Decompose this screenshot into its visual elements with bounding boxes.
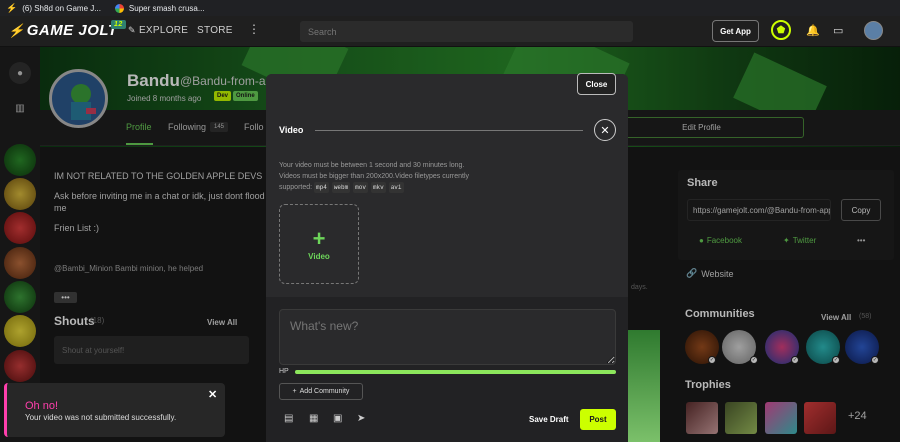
filetype-badge: mp4 (314, 182, 329, 193)
quests-icon[interactable]: ⬟ (771, 20, 791, 40)
plus-icon: + (312, 225, 326, 251)
video-section-title: Video (279, 125, 304, 135)
help-line: supported: mp4 webm mov mkv avi (279, 182, 509, 193)
post-button[interactable]: Post (580, 409, 616, 430)
list-icon[interactable]: ▤ (284, 413, 293, 424)
user-avatar[interactable] (864, 21, 883, 40)
nav-explore[interactable]: ✎ EXPLORE (128, 25, 188, 36)
get-app-button[interactable]: Get App (712, 20, 759, 42)
plus-icon: + (292, 388, 297, 395)
notification-count-badge: 12 (111, 20, 126, 29)
bell-icon[interactable]: 🔔 (806, 24, 820, 37)
divider (315, 130, 583, 131)
gamejolt-logo[interactable]: ⚡ GAME JOLT 12 (8, 20, 126, 39)
bookmark-item[interactable]: ⚡ (6) Sh8d on Game J... (6, 3, 101, 14)
google-icon (114, 3, 124, 13)
help-line: Videos must be bigger than 200x200.Video… (279, 173, 470, 180)
nav-store[interactable]: STORE (197, 25, 233, 36)
bookmarks-bar: ⚡ (6) Sh8d on Game J... Super smash crus… (0, 0, 900, 16)
nav-explore-label: EXPLORE (138, 25, 189, 36)
hp-progress-bar (295, 370, 616, 374)
close-icon[interactable]: ✕ (208, 388, 217, 401)
add-video-button[interactable]: + Video (279, 204, 359, 284)
toast-title: Oh no! (25, 400, 59, 412)
help-line: Your video must be between 1 second and … (279, 162, 465, 169)
filetype-badge: avi (388, 182, 404, 193)
hp-label: HP (279, 368, 289, 375)
hp-progress-fill (295, 370, 616, 374)
logo-text: GAME JOLT (26, 22, 118, 39)
nav-more-icon[interactable]: ⋮ (248, 22, 260, 36)
calendar-icon[interactable]: ▣ (333, 413, 342, 424)
add-community-label: Add Community (299, 388, 350, 395)
feed-post-image (628, 330, 660, 442)
top-nav: ⚡ GAME JOLT 12 ✎ EXPLORE STORE ⋮ Get App… (0, 16, 900, 47)
logo-bolt-icon: ⚡ (8, 22, 25, 38)
send-icon[interactable]: ➤ (357, 413, 365, 424)
add-community-button[interactable]: + Add Community (279, 383, 363, 400)
filetype-badge: webm (331, 182, 351, 193)
save-draft-button[interactable]: Save Draft (529, 415, 569, 424)
lightning-icon: ⚡ (6, 2, 18, 13)
supported-label: supported: (279, 184, 313, 191)
bookmark-label: (6) Sh8d on Game J... (22, 3, 101, 13)
video-requirements-text: Your video must be between 1 second and … (279, 160, 509, 193)
search-input[interactable] (300, 21, 633, 42)
add-video-label: Video (308, 251, 330, 261)
filetype-badge: mkv (370, 182, 386, 193)
poll-icon[interactable]: ▦ (309, 413, 318, 424)
compass-icon: ✎ (128, 25, 136, 35)
toast-message: Your video was not submitted successfull… (25, 413, 177, 422)
post-content-input[interactable] (279, 309, 616, 365)
filetype-badge: mov (353, 182, 368, 193)
chat-icon[interactable]: ▭ (833, 24, 843, 37)
bookmark-label: Super smash crusa... (128, 3, 205, 13)
bookmark-item[interactable]: Super smash crusa... (114, 3, 205, 13)
close-button[interactable]: Close (577, 73, 616, 95)
close-icon[interactable]: ✕ (594, 119, 616, 141)
